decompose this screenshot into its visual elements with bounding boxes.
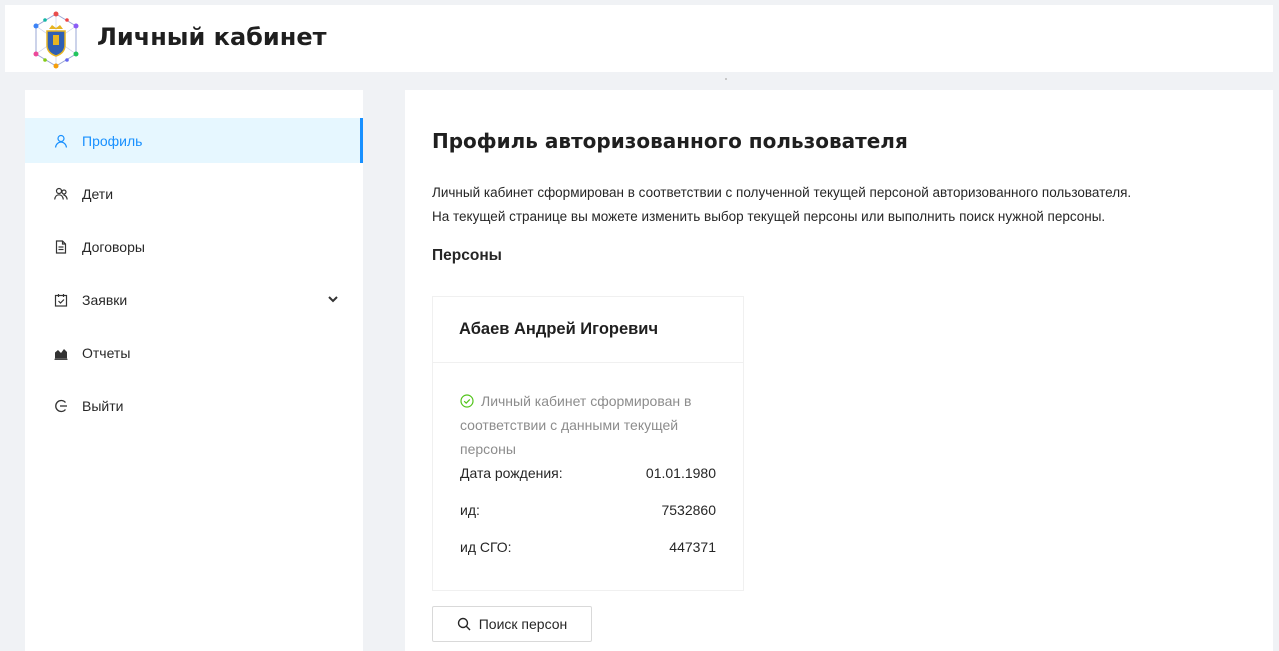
- field-label: ид:: [460, 502, 480, 518]
- sidebar-item-label: Отчеты: [82, 344, 131, 361]
- person-field-birthdate: Дата рождения: 01.01.1980: [460, 461, 716, 485]
- person-name: Абаев Андрей Игоревич: [433, 297, 743, 363]
- carry-out-icon: [54, 293, 68, 307]
- field-value: 447371: [669, 539, 716, 555]
- app-header: Личный кабинет: [5, 5, 1273, 72]
- sidebar-item-label: Договоры: [82, 238, 145, 255]
- description-line: Личный кабинет сформирован в соответстви…: [432, 185, 1132, 200]
- person-status: Личный кабинет сформирован в соответстви…: [460, 389, 720, 461]
- logo-emblem-icon[interactable]: [31, 11, 81, 69]
- page-description: Личный кабинет сформирован в соответстви…: [432, 181, 1131, 229]
- sidebar-item-children[interactable]: Дети: [25, 171, 363, 216]
- area-chart-icon: [54, 346, 68, 360]
- sidebar-item-label: Выйти: [82, 397, 124, 414]
- search-persons-button[interactable]: Поиск персон: [432, 606, 592, 642]
- divider-dot: [725, 78, 727, 80]
- sidebar-item-label: Профиль: [82, 132, 143, 149]
- user-icon: [54, 134, 68, 148]
- main-content: Профиль авторизованного пользователя Лич…: [405, 90, 1273, 651]
- sidebar-item-contracts[interactable]: Договоры: [25, 224, 363, 269]
- person-card[interactable]: Абаев Андрей Игоревич Личный кабинет сфо…: [432, 296, 744, 591]
- logout-icon: [54, 399, 68, 413]
- chevron-down-icon[interactable]: [327, 293, 339, 305]
- field-label: ид СГО:: [460, 539, 512, 555]
- sidebar-item-label: Заявки: [82, 291, 128, 308]
- person-status-text: Личный кабинет сформирован в соответстви…: [460, 393, 692, 457]
- search-icon: [457, 617, 471, 631]
- check-circle-icon: [460, 394, 474, 408]
- person-card-body: Личный кабинет сформирован в соответстви…: [433, 363, 743, 559]
- file-text-icon: [54, 239, 68, 254]
- search-persons-label: Поиск персон: [478, 616, 568, 632]
- sidebar-menu: Профиль Дети Договоры Заявки Отчеты Выйт…: [25, 118, 363, 436]
- sidebar-item-profile[interactable]: Профиль: [25, 118, 363, 163]
- sidebar-item-requests[interactable]: Заявки: [25, 277, 363, 322]
- person-field-id: ид: 7532860: [460, 498, 716, 522]
- person-field-sgo-id: ид СГО: 447371: [460, 535, 716, 559]
- users-icon: [54, 187, 68, 201]
- sidebar: Профиль Дети Договоры Заявки Отчеты Выйт…: [25, 90, 363, 651]
- sidebar-item-reports[interactable]: Отчеты: [25, 330, 363, 375]
- description-line: На текущей странице вы можете изменить в…: [432, 209, 1106, 224]
- field-value: 7532860: [661, 502, 716, 518]
- app-title: Личный кабинет: [97, 23, 327, 51]
- sidebar-item-label: Дети: [82, 185, 114, 202]
- sidebar-item-logout[interactable]: Выйти: [25, 383, 363, 428]
- field-value: 01.01.1980: [645, 465, 716, 481]
- field-label: Дата рождения:: [460, 465, 563, 481]
- persons-heading: Персоны: [432, 247, 502, 264]
- page-title: Профиль авторизованного пользователя: [432, 129, 908, 153]
